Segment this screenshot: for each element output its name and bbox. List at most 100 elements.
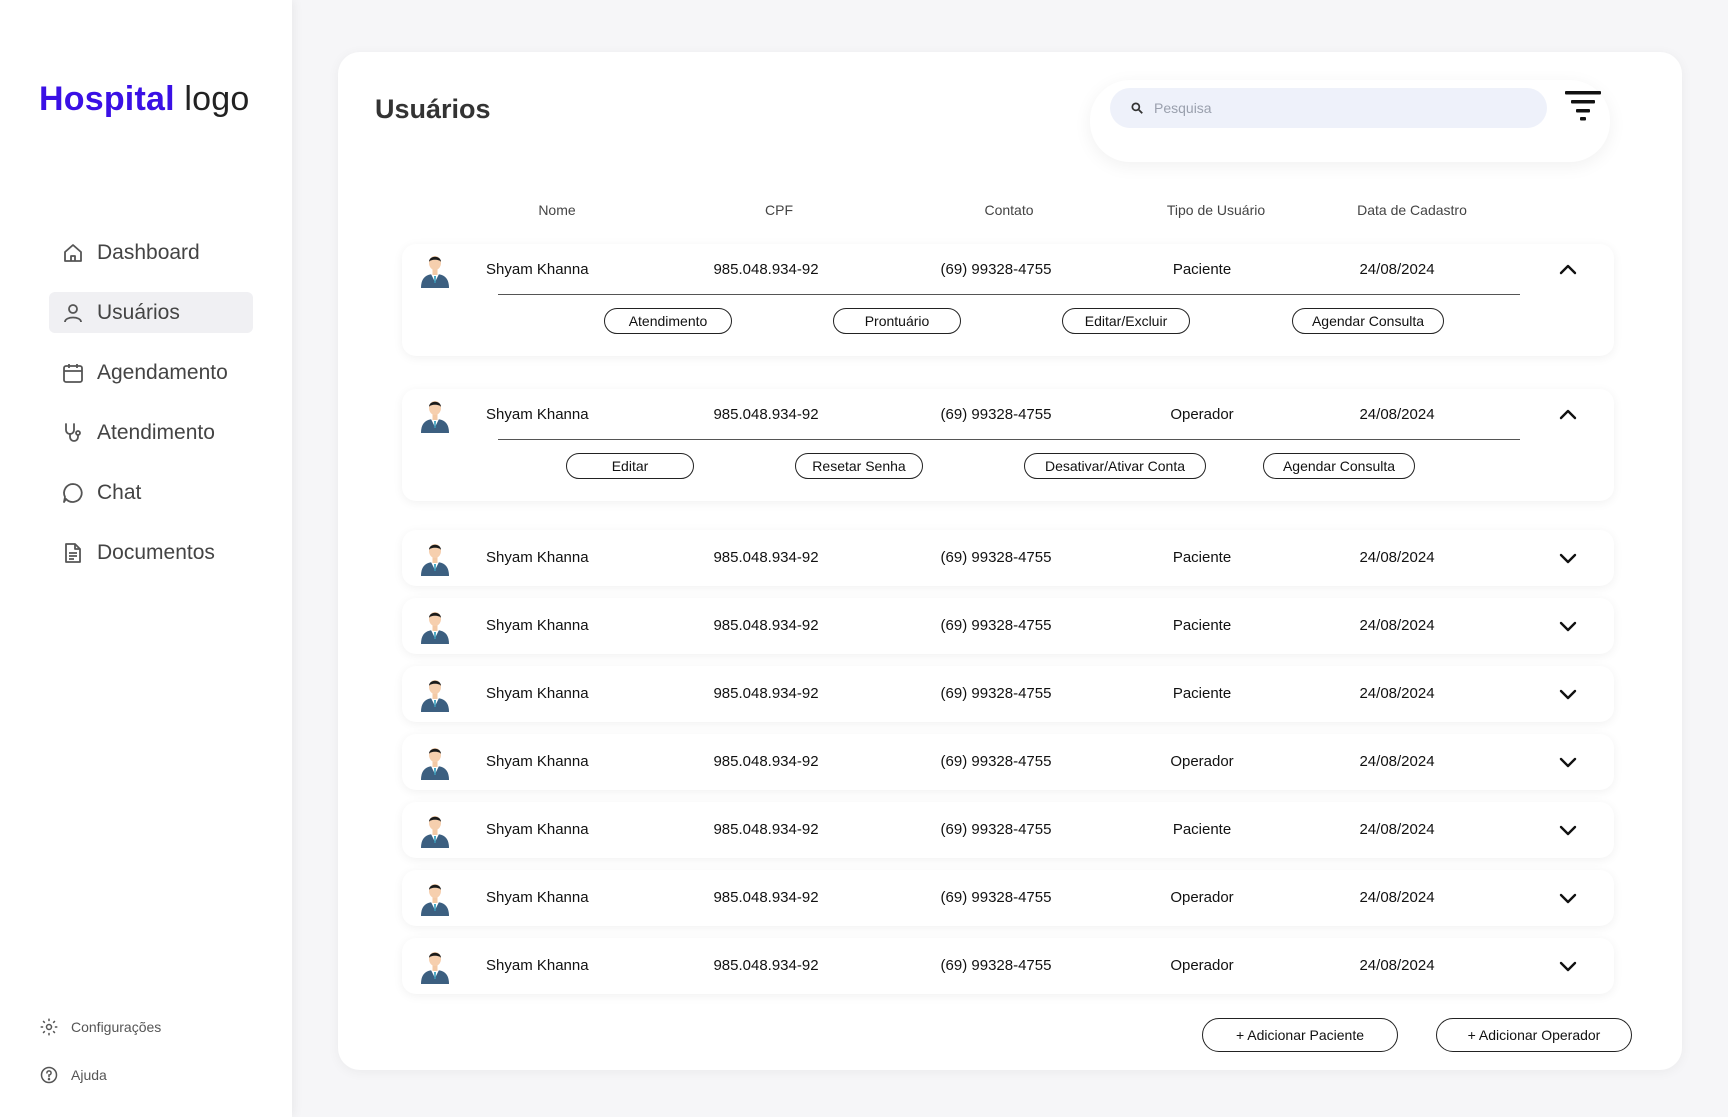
sidebar-bottom-links: Configurações Ajuda	[39, 1014, 161, 1110]
page-title: Usuários	[375, 94, 491, 124]
header-contato[interactable]: Contato	[984, 202, 1033, 218]
table-header: Nome CPF Contato Tipo de Usuário Data de…	[338, 202, 1682, 222]
user-type: Paciente	[1172, 617, 1232, 634]
users-card: Usuários Nome CPF Contato Tipo de Usuári…	[338, 52, 1682, 1070]
user-date: 24/08/2024	[1359, 406, 1435, 423]
chevron-down-icon[interactable]	[1557, 615, 1579, 637]
sidebar-item-atendimento[interactable]: Atendimento	[49, 412, 253, 453]
user-type: Operador	[1170, 406, 1234, 423]
sidebar-item-label: Atendimento	[97, 420, 215, 444]
user-type: Paciente	[1172, 685, 1232, 702]
settings-link[interactable]: Configurações	[39, 1014, 161, 1040]
user-contact: (69) 99328-4755	[940, 685, 1052, 702]
header-cpf[interactable]: CPF	[765, 202, 793, 218]
table-row[interactable]: Shyam Khanna 985.048.934-92 (69) 99328-475…	[402, 598, 1614, 654]
chat-icon	[61, 481, 85, 505]
user-date: 24/08/2024	[1359, 821, 1435, 838]
row-divider	[498, 439, 1520, 440]
table-row[interactable]: Shyam Khanna 985.048.934-92 (69) 99328-475…	[402, 802, 1614, 858]
chevron-up-icon[interactable]	[1557, 404, 1579, 426]
user-cpf: 985.048.934-92	[713, 617, 819, 634]
user-name: Shyam Khanna	[486, 617, 589, 634]
agendar-consulta-button[interactable]: Agendar Consulta	[1292, 308, 1444, 334]
stethoscope-icon	[61, 421, 85, 445]
table-row-expanded[interactable]: Shyam Khanna 985.048.934-92 (69) 99328-475…	[402, 244, 1614, 356]
user-cpf: 985.048.934-92	[713, 957, 819, 974]
user-date: 24/08/2024	[1359, 549, 1435, 566]
chevron-down-icon[interactable]	[1557, 955, 1579, 977]
user-name: Shyam Khanna	[486, 685, 589, 702]
help-label: Ajuda	[71, 1067, 107, 1083]
sidebar-item-documentos[interactable]: Documentos	[49, 532, 253, 573]
chevron-down-icon[interactable]	[1557, 547, 1579, 569]
sidebar-item-chat[interactable]: Chat	[49, 472, 253, 513]
hospital-logo[interactable]: Hospital logo	[39, 80, 249, 119]
user-icon	[61, 301, 85, 325]
search-input[interactable]	[1152, 99, 1516, 117]
avatar	[418, 252, 452, 288]
user-contact: (69) 99328-4755	[940, 261, 1052, 278]
header-data[interactable]: Data de Cadastro	[1357, 202, 1467, 218]
user-type: Paciente	[1172, 261, 1232, 278]
table-row[interactable]: Shyam Khanna 985.048.934-92 (69) 99328-475…	[402, 870, 1614, 926]
search-bar[interactable]	[1110, 88, 1547, 128]
user-cpf: 985.048.934-92	[713, 261, 819, 278]
sidebar-item-agendamento[interactable]: Agendamento	[49, 352, 253, 393]
user-name: Shyam Khanna	[486, 261, 589, 278]
agendar-consulta-button[interactable]: Agendar Consulta	[1263, 453, 1415, 479]
user-date: 24/08/2024	[1359, 685, 1435, 702]
chevron-down-icon[interactable]	[1557, 887, 1579, 909]
user-type: Paciente	[1172, 821, 1232, 838]
sidebar-item-label: Chat	[97, 480, 142, 504]
sidebar: Hospital logo Dashboard Usuários Agendam…	[0, 0, 292, 1117]
gear-icon	[40, 1018, 58, 1036]
table-row[interactable]: Shyam Khanna 985.048.934-92 (69) 99328-475…	[402, 530, 1614, 586]
table-row[interactable]: Shyam Khanna 985.048.934-92 (69) 99328-475…	[402, 938, 1614, 994]
atendimento-button[interactable]: Atendimento	[604, 308, 732, 334]
avatar	[418, 812, 452, 848]
user-contact: (69) 99328-4755	[940, 957, 1052, 974]
chevron-down-icon[interactable]	[1557, 751, 1579, 773]
chevron-up-icon[interactable]	[1557, 259, 1579, 281]
user-cpf: 985.048.934-92	[713, 753, 819, 770]
user-cpf: 985.048.934-92	[713, 549, 819, 566]
sidebar-item-dashboard[interactable]: Dashboard	[49, 232, 253, 273]
sidebar-nav: Dashboard Usuários Agendamento Atendimen…	[49, 232, 253, 592]
prontuario-button[interactable]: Prontuário	[833, 308, 961, 334]
sidebar-item-usuarios[interactable]: Usuários	[49, 292, 253, 333]
help-link[interactable]: Ajuda	[39, 1062, 161, 1088]
user-name: Shyam Khanna	[486, 406, 589, 423]
avatar	[418, 880, 452, 916]
user-type: Operador	[1170, 753, 1234, 770]
resetar-senha-button[interactable]: Resetar Senha	[795, 453, 923, 479]
editar-button[interactable]: Editar	[566, 453, 694, 479]
logo-brand: Hospital	[39, 80, 175, 118]
user-date: 24/08/2024	[1359, 261, 1435, 278]
user-cpf: 985.048.934-92	[713, 889, 819, 906]
user-date: 24/08/2024	[1359, 957, 1435, 974]
user-name: Shyam Khanna	[486, 821, 589, 838]
add-operator-button[interactable]: + Adicionar Operador	[1436, 1018, 1632, 1052]
header-tipo[interactable]: Tipo de Usuário	[1167, 202, 1265, 218]
header-nome[interactable]: Nome	[538, 202, 575, 218]
user-cpf: 985.048.934-92	[713, 685, 819, 702]
user-name: Shyam Khanna	[486, 889, 589, 906]
user-cpf: 985.048.934-92	[713, 821, 819, 838]
user-date: 24/08/2024	[1359, 753, 1435, 770]
chevron-down-icon[interactable]	[1557, 819, 1579, 841]
filter-icon[interactable]	[1564, 89, 1602, 123]
table-row[interactable]: Shyam Khanna 985.048.934-92 (69) 99328-475…	[402, 734, 1614, 790]
desativar-ativar-conta-button[interactable]: Desativar/Ativar Conta	[1024, 453, 1206, 479]
table-row[interactable]: Shyam Khanna 985.048.934-92 (69) 99328-475…	[402, 666, 1614, 722]
avatar	[418, 676, 452, 712]
add-patient-button[interactable]: + Adicionar Paciente	[1202, 1018, 1398, 1052]
user-name: Shyam Khanna	[486, 549, 589, 566]
home-icon	[61, 241, 85, 265]
avatar	[418, 744, 452, 780]
chevron-down-icon[interactable]	[1557, 683, 1579, 705]
table-row-expanded[interactable]: Shyam Khanna 985.048.934-92 (69) 99328-475…	[402, 389, 1614, 501]
user-contact: (69) 99328-4755	[940, 549, 1052, 566]
editar-excluir-button[interactable]: Editar/Excluir	[1062, 308, 1190, 334]
search-icon	[1131, 102, 1143, 114]
user-type: Operador	[1170, 889, 1234, 906]
